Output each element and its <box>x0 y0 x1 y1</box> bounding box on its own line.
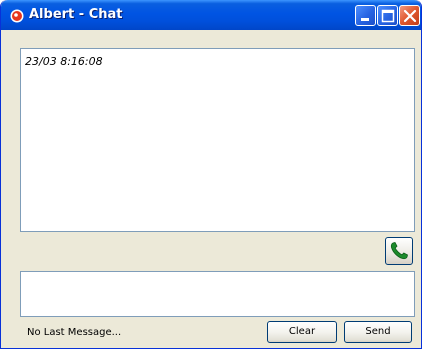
chat-message-timestamp: 23/03 8:16:08 <box>25 55 103 68</box>
message-input[interactable] <box>20 271 415 317</box>
minimize-icon <box>361 18 369 21</box>
chat-window: Albert - Chat 23/03 8:16:08 No Last Mess… <box>0 0 422 349</box>
phone-icon <box>390 242 408 260</box>
maximize-button[interactable] <box>377 5 398 26</box>
status-text: No Last Message... <box>27 327 122 338</box>
maximize-icon <box>381 9 395 23</box>
close-icon <box>403 9 417 23</box>
app-icon <box>10 8 24 23</box>
title-bar[interactable]: Albert - Chat <box>1 0 421 30</box>
close-button[interactable] <box>399 5 420 26</box>
window-title: Albert - Chat <box>29 7 123 22</box>
clear-button[interactable]: Clear <box>267 321 337 343</box>
send-button[interactable]: Send <box>344 321 412 343</box>
chat-history[interactable]: 23/03 8:16:08 <box>20 48 415 232</box>
minimize-button[interactable] <box>355 5 376 26</box>
call-button[interactable] <box>385 237 413 265</box>
